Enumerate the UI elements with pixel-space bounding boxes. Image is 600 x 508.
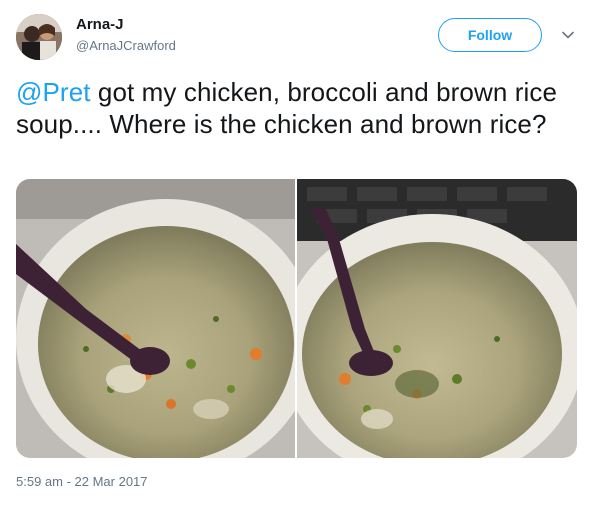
soup-cup-photo-icon: [16, 179, 295, 458]
tweet-text: @Pret got my chicken, broccoli and brown…: [16, 76, 576, 140]
user-handle[interactable]: @ArnaJCrawford: [76, 38, 176, 53]
tweet-card: Arna-J @ArnaJCrawford Follow @Pret got m…: [0, 0, 600, 508]
user-display-name[interactable]: Arna-J: [76, 16, 124, 33]
photo-1[interactable]: [16, 179, 295, 458]
tweet-timestamp[interactable]: 5:59 am - 22 Mar 2017: [16, 474, 148, 489]
user-avatar[interactable]: [16, 14, 62, 60]
chevron-down-icon[interactable]: [560, 27, 576, 43]
tweet-body: got my chicken, broccoli and brown rice …: [16, 77, 558, 139]
avatar-photo-icon: [16, 14, 62, 60]
follow-button[interactable]: Follow: [438, 18, 542, 52]
photo-2[interactable]: [297, 179, 577, 458]
soup-cup-photo-icon: [297, 179, 577, 458]
media-grid: [16, 179, 577, 458]
mention-link[interactable]: @Pret: [16, 77, 91, 107]
